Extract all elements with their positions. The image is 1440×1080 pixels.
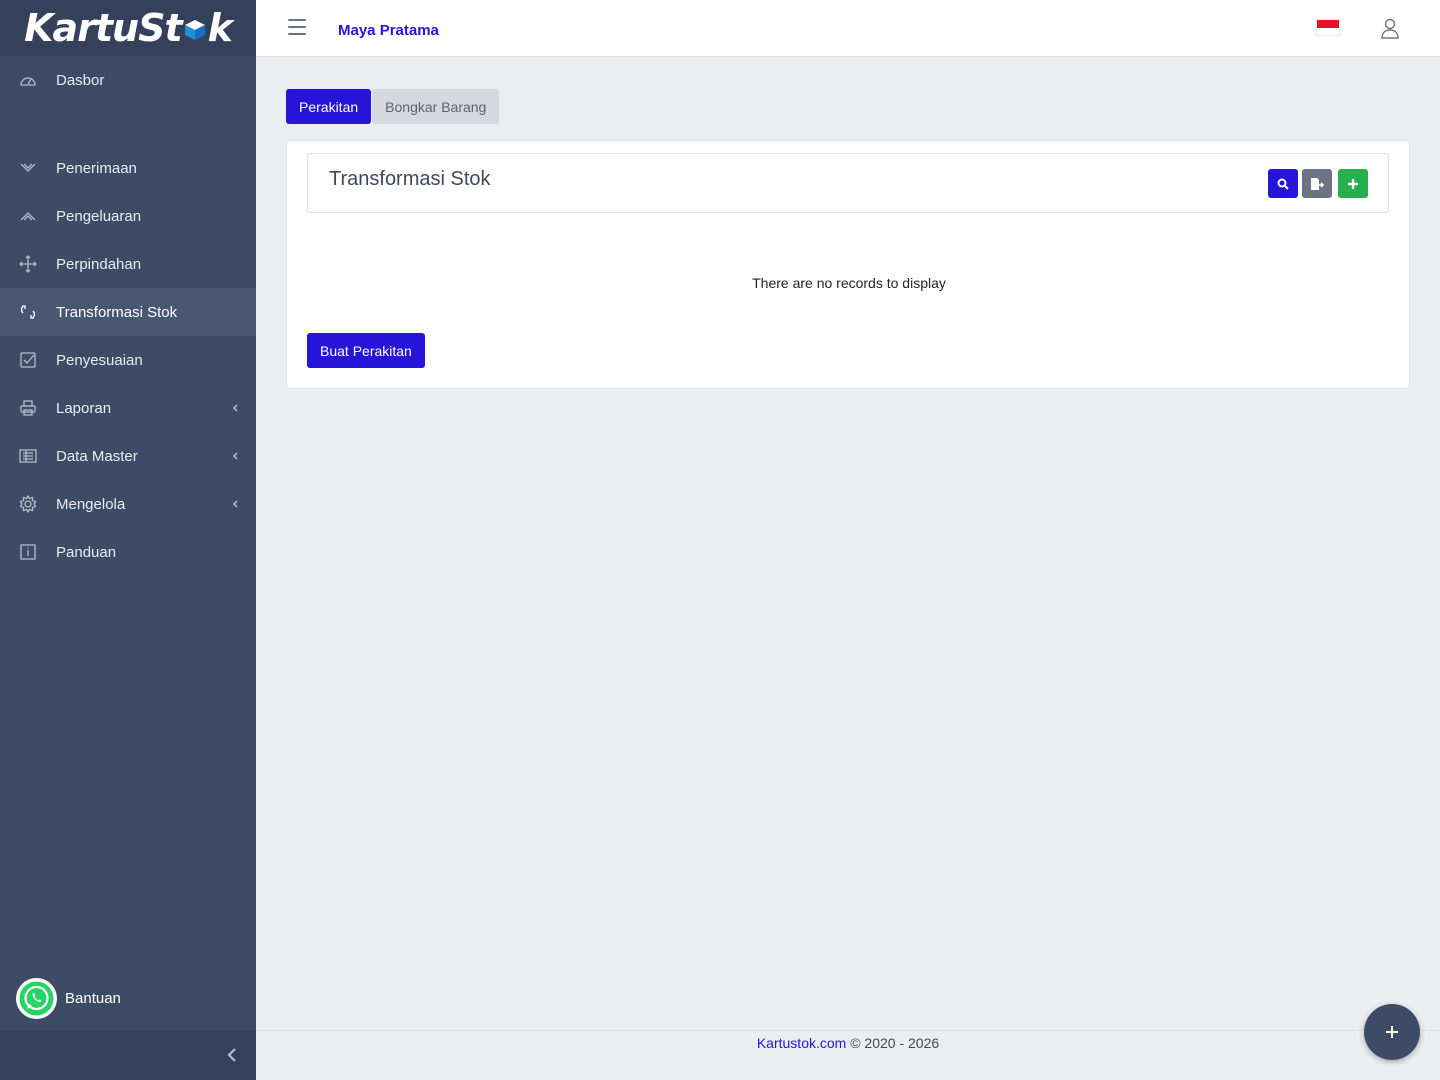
sidebar-item-label: Penerimaan: [56, 159, 137, 177]
inbound-icon: [18, 158, 38, 178]
indonesia-flag-icon[interactable]: [1316, 19, 1340, 36]
chevron-left-icon: [232, 500, 238, 508]
gear-icon: [18, 494, 38, 514]
sidebar-collapse-button[interactable]: [0, 1030, 256, 1080]
sidebar-item-transformasi-stok[interactable]: Transformasi Stok: [0, 288, 256, 336]
sidebar-item-label: Penyesuaian: [56, 351, 143, 369]
brand-logo[interactable]: KartuSt k: [0, 0, 256, 56]
plus-icon: [1348, 178, 1358, 189]
whatsapp-icon: [16, 978, 57, 1019]
user-icon[interactable]: [1380, 18, 1400, 39]
empty-state-text: There are no records to display: [752, 275, 946, 291]
printer-icon: [18, 398, 38, 418]
sidebar-item-perpindahan[interactable]: Perpindahan: [0, 240, 256, 288]
dashboard-icon: [18, 70, 38, 90]
top-bar: Maya Pratama: [256, 0, 1440, 57]
sidebar-item-laporan[interactable]: Laporan: [0, 384, 256, 432]
help-label: Bantuan: [65, 990, 121, 1007]
move-icon: [18, 254, 38, 274]
transform-card: Transformasi Stok There are no records t…: [286, 140, 1410, 389]
sidebar: KartuSt k Dasbor Penerimaan Pengeluaran …: [0, 0, 256, 1080]
sidebar-item-mengelola[interactable]: Mengelola: [0, 480, 256, 528]
search-icon: [1277, 178, 1289, 190]
sidebar-item-label: Perpindahan: [56, 255, 142, 273]
sidebar-item-pengeluaran[interactable]: Pengeluaran: [0, 192, 256, 240]
sidebar-item-label: Panduan: [56, 543, 117, 561]
cube-icon: [184, 20, 205, 40]
footer-copyright: © 2020 - 2026: [846, 1035, 940, 1051]
hamburger-menu-icon[interactable]: [288, 19, 306, 35]
plus-icon: [1386, 1026, 1398, 1038]
sidebar-item-dasbor[interactable]: Dasbor: [0, 56, 256, 104]
nav-spacer: [0, 104, 256, 144]
search-button[interactable]: [1268, 169, 1298, 198]
sidebar-item-label: Dasbor: [56, 71, 105, 89]
transform-icon: [18, 302, 38, 322]
list-icon: [18, 446, 38, 466]
logo-text: KartuSt: [24, 6, 183, 50]
chevron-left-icon: [232, 452, 238, 460]
outbound-icon: [18, 206, 38, 226]
floating-add-button[interactable]: [1364, 1004, 1420, 1060]
sidebar-item-label: Mengelola: [56, 495, 126, 513]
page-title: Transformasi Stok: [329, 168, 491, 190]
checkbox-icon: [18, 350, 38, 370]
logo-text-end: k: [207, 6, 233, 50]
info-icon: [18, 542, 38, 562]
tab-bongkar-barang[interactable]: Bongkar Barang: [372, 89, 500, 124]
sidebar-item-label: Laporan: [56, 399, 112, 417]
sidebar-item-label: Pengeluaran: [56, 207, 142, 225]
export-button[interactable]: [1302, 169, 1332, 198]
footer: Kartustok.com © 2020 - 2026: [256, 1030, 1440, 1080]
transform-tabs: Perakitan Bongkar Barang: [286, 89, 500, 124]
tab-perakitan[interactable]: Perakitan: [286, 89, 372, 124]
add-button[interactable]: [1338, 169, 1368, 198]
sidebar-nav: Dasbor Penerimaan Pengeluaran Perpindaha…: [0, 56, 256, 576]
company-name[interactable]: Maya Pratama: [338, 22, 439, 39]
sidebar-item-panduan[interactable]: Panduan: [0, 528, 256, 576]
card-header: Transformasi Stok: [307, 153, 1389, 213]
create-assembly-button[interactable]: Buat Perakitan: [307, 333, 425, 368]
footer-link[interactable]: Kartustok.com: [757, 1035, 846, 1051]
chevron-left-icon: [232, 404, 238, 412]
sidebar-item-data-master[interactable]: Data Master: [0, 432, 256, 480]
sidebar-item-penyesuaian[interactable]: Penyesuaian: [0, 336, 256, 384]
chevron-left-icon: [227, 1048, 236, 1062]
help-whatsapp-button[interactable]: Bantuan: [16, 978, 121, 1019]
sidebar-item-penerimaan[interactable]: Penerimaan: [0, 144, 256, 192]
sidebar-item-label: Transformasi Stok: [56, 303, 178, 321]
file-export-icon: [1311, 177, 1324, 190]
sidebar-item-label: Data Master: [56, 447, 138, 465]
